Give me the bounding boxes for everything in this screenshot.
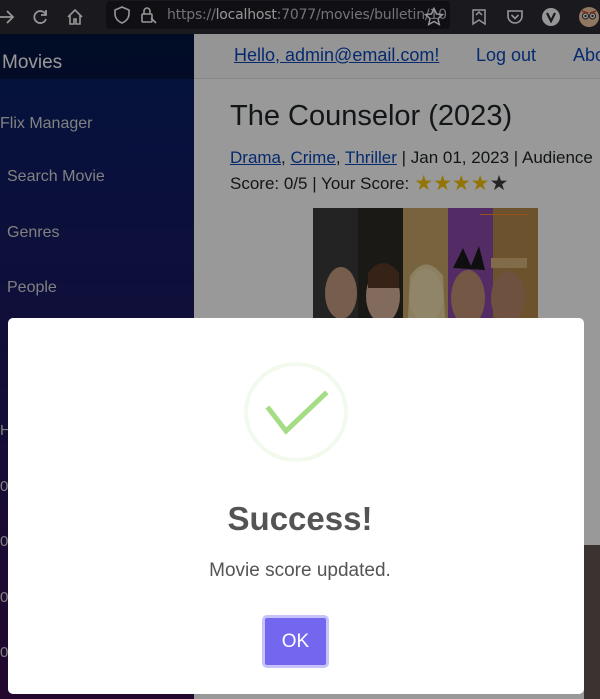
success-icon-ring — [244, 362, 348, 462]
dialog-message: Movie score updated. — [209, 560, 391, 581]
dialog-title: Success! — [227, 500, 373, 537]
ok-button[interactable]: OK — [262, 615, 329, 668]
